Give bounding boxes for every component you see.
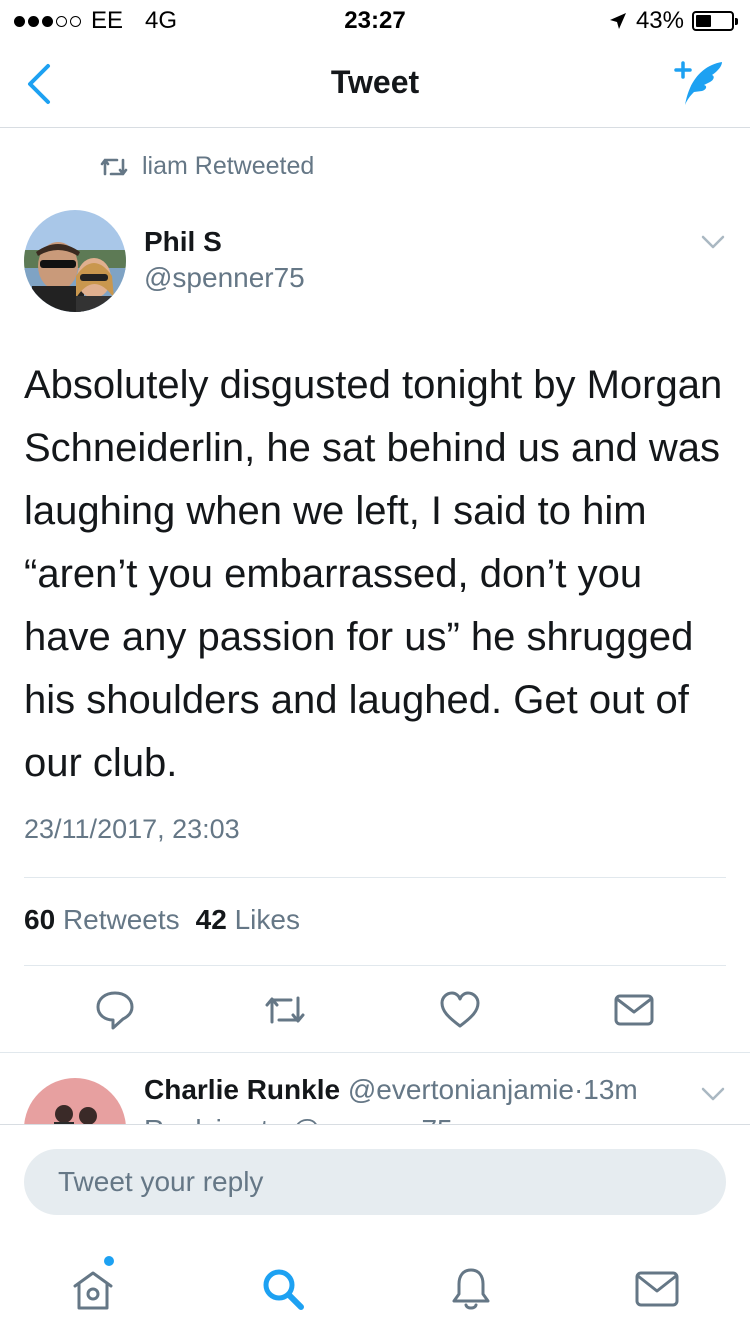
notifications-icon[interactable] (446, 1264, 496, 1314)
home-new-dot (104, 1256, 114, 1266)
author-handle[interactable]: @spenner75 (144, 262, 305, 294)
chevron-down-icon[interactable] (700, 232, 726, 252)
retweet-small-icon (100, 158, 128, 175)
retweeted-by-label: liam Retweeted (142, 152, 315, 180)
tweet-actions (0, 988, 750, 1032)
direct-message-icon[interactable] (612, 988, 656, 1032)
reply-input[interactable] (24, 1149, 726, 1215)
tab-bar (0, 1234, 750, 1334)
reply-author-handle[interactable]: @evertonianjamie (348, 1074, 574, 1105)
messages-icon[interactable] (632, 1264, 682, 1314)
tweet-text: Absolutely disgusted tonight by Morgan S… (24, 363, 723, 785)
retweets-stat[interactable]: 60 Retweets (24, 904, 180, 936)
reply-separator: · (573, 1074, 584, 1105)
retweets-label: Retweets (62, 904, 180, 935)
divider (24, 877, 726, 878)
reply-time: 13m (583, 1074, 638, 1105)
reply-author-name[interactable]: Charlie Runkle (144, 1074, 340, 1105)
status-bar: EE 4G 23:27 43% (0, 0, 750, 40)
likes-label: Likes (234, 904, 300, 935)
home-icon[interactable] (68, 1264, 118, 1314)
likes-stat[interactable]: 42 Likes (196, 904, 300, 936)
reply-avatar[interactable] (24, 1078, 126, 1124)
location-arrow-icon (609, 13, 626, 29)
author-name[interactable]: Phil S (144, 226, 222, 258)
divider (24, 965, 726, 966)
tweet-stats: 60 Retweets 42 Likes (24, 904, 300, 936)
battery-icon (692, 11, 738, 31)
nav-bar: Tweet (0, 40, 750, 128)
reply-peek-text: Replying to @spenner75 (144, 1114, 453, 1124)
compose-tweet-icon[interactable] (670, 58, 730, 108)
reply-icon[interactable] (93, 988, 137, 1032)
reply-avatar-photo (24, 1078, 126, 1124)
avatar-photo (24, 210, 126, 312)
chevron-down-icon[interactable] (700, 1084, 726, 1104)
reply-item[interactable]: Charlie Runkle @evertonianjamie·13m Repl… (0, 1040, 750, 1124)
author-avatar[interactable] (24, 210, 126, 312)
reply-bar (0, 1124, 750, 1234)
page-title: Tweet (330, 64, 420, 100)
status-right: 43% (608, 7, 738, 35)
retweeted-by[interactable]: liam Retweeted (100, 152, 314, 181)
reply-header: Charlie Runkle @evertonianjamie·13m (144, 1074, 638, 1106)
retweets-count: 60 (24, 904, 56, 935)
likes-count: 42 (195, 904, 227, 935)
like-icon[interactable] (438, 988, 482, 1032)
retweet-icon[interactable] (263, 988, 307, 1032)
tweet-timestamp: 23/11/2017, 23:03 (24, 814, 240, 844)
battery-percent: 43% (635, 7, 684, 34)
search-icon[interactable] (258, 1264, 308, 1314)
